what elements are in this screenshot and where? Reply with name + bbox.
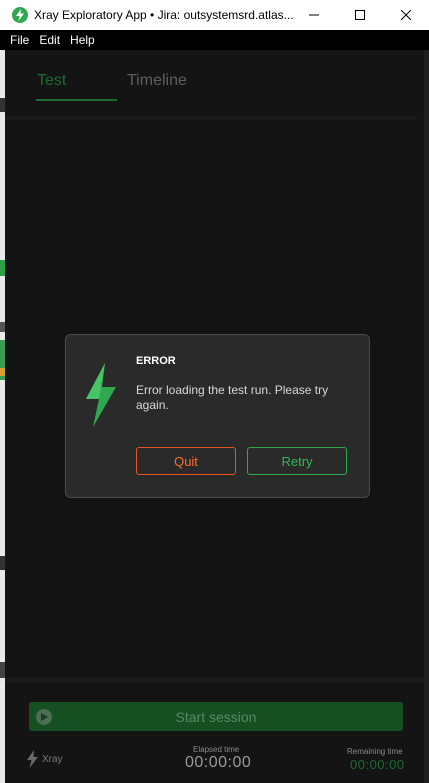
remaining-time-label: Remaining time bbox=[347, 747, 403, 756]
xray-logo-icon bbox=[27, 750, 38, 768]
menu-bar: File Edit Help bbox=[0, 30, 429, 50]
footer-divider bbox=[5, 678, 424, 682]
tab-bar: Test Timeline bbox=[5, 50, 424, 116]
xray-brand: Xray bbox=[27, 750, 63, 768]
window-title-bar: Xray Exploratory App • Jira: outsystemsr… bbox=[0, 0, 429, 30]
tab-divider bbox=[5, 116, 417, 120]
xray-app-icon bbox=[12, 7, 28, 23]
start-session-button[interactable]: Start session bbox=[29, 702, 403, 731]
window-controls bbox=[291, 0, 429, 30]
minimize-icon bbox=[309, 14, 319, 16]
error-dialog: ERROR Error loading the test run. Please… bbox=[65, 334, 370, 498]
lightning-bolt-icon bbox=[86, 363, 116, 427]
menu-file[interactable]: File bbox=[0, 33, 35, 47]
error-message: Error loading the test run. Please try a… bbox=[136, 383, 329, 412]
close-button[interactable] bbox=[383, 0, 429, 30]
menu-help[interactable]: Help bbox=[66, 33, 101, 47]
minimize-button[interactable] bbox=[291, 0, 337, 30]
tab-timeline[interactable]: Timeline bbox=[127, 72, 187, 90]
quit-button[interactable]: Quit bbox=[136, 447, 236, 475]
retry-button[interactable]: Retry bbox=[247, 447, 347, 475]
elapsed-time-label: Elapsed time bbox=[193, 745, 240, 754]
remaining-time-value: 00:00:00 bbox=[350, 757, 405, 772]
start-session-label: Start session bbox=[175, 708, 257, 725]
error-title: ERROR bbox=[136, 355, 176, 367]
tab-test[interactable]: Test bbox=[37, 72, 66, 90]
menu-edit[interactable]: Edit bbox=[35, 33, 66, 47]
maximize-icon bbox=[355, 10, 365, 20]
active-tab-indicator bbox=[36, 99, 117, 101]
maximize-button[interactable] bbox=[337, 0, 383, 30]
elapsed-time-value: 00:00:00 bbox=[185, 754, 252, 771]
app-main: Test Timeline ERROR Error loading the te… bbox=[5, 50, 424, 783]
close-icon bbox=[401, 10, 411, 20]
brand-name: Xray bbox=[42, 753, 63, 765]
window-title: Xray Exploratory App • Jira: outsystemsr… bbox=[34, 8, 294, 22]
